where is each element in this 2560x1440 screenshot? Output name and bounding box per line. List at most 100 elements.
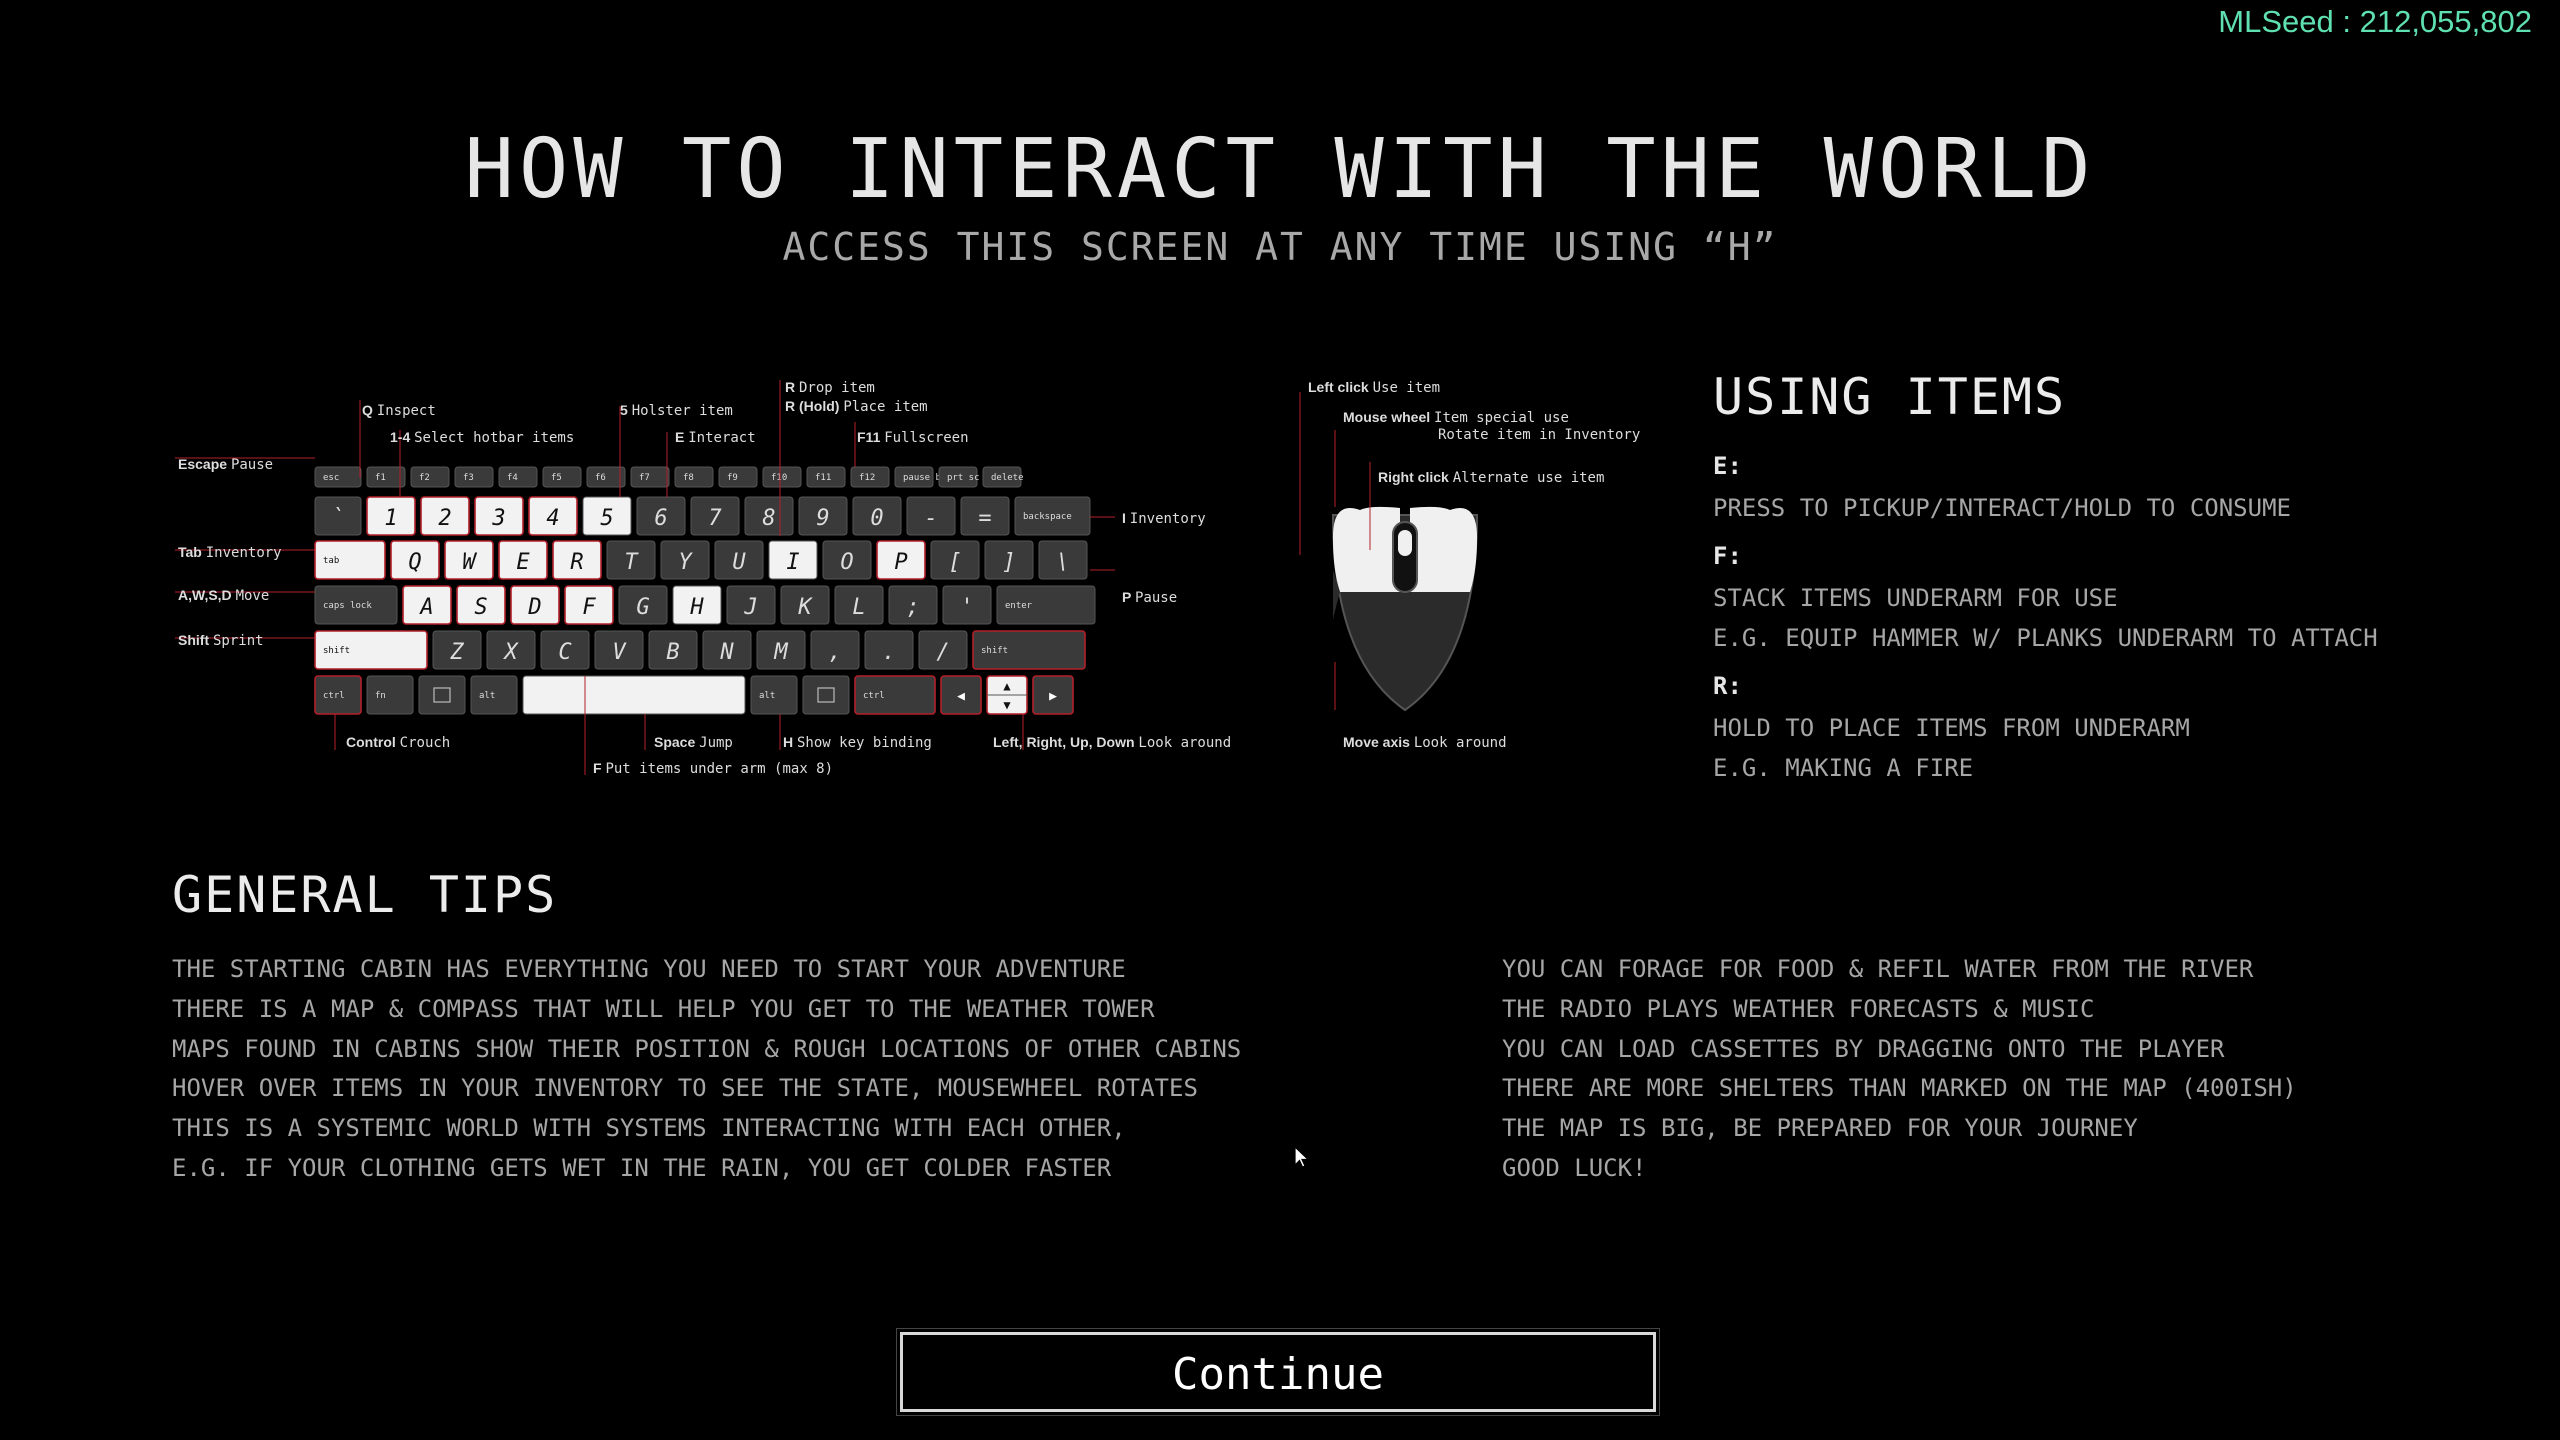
svg-text:▶: ▶ bbox=[1049, 689, 1057, 704]
svg-text:f8: f8 bbox=[683, 473, 694, 483]
svg-text:O: O bbox=[840, 550, 853, 575]
key-6: 6 bbox=[636, 496, 686, 536]
key-f1: f1 bbox=[366, 466, 406, 488]
key-u: U bbox=[714, 540, 764, 580]
key-label-i: I Inventory bbox=[1122, 510, 1206, 527]
svg-text:5: 5 bbox=[600, 506, 613, 531]
key-n: N bbox=[702, 630, 752, 670]
svg-text:▼: ▼ bbox=[1003, 698, 1011, 712]
tip-line: YOU CAN FORAGE FOR FOOD & REFIL WATER FR… bbox=[1502, 955, 2254, 983]
key-sym: / bbox=[918, 630, 968, 670]
using-items-line: HOLD TO PLACE ITEMS FROM UNDERARM bbox=[1713, 714, 2190, 742]
svg-text:B: B bbox=[666, 640, 679, 665]
tip-line: E.G. IF YOUR CLOTHING GETS WET IN THE RA… bbox=[172, 1153, 1112, 1182]
svg-text:backspace: backspace bbox=[1023, 512, 1072, 522]
continue-button[interactable]: Continue bbox=[896, 1328, 1660, 1416]
svg-text:H: H bbox=[689, 595, 704, 620]
tip-line: THERE ARE MORE SHELTERS THAN MARKED ON T… bbox=[1502, 1074, 2297, 1103]
key-4: 4 bbox=[528, 496, 578, 536]
general-tips-title: GENERAL TIPS bbox=[172, 866, 558, 924]
using-items-title: USING ITEMS bbox=[1713, 368, 2067, 426]
seed-readout: MLSeed : 212,055,802 bbox=[2218, 4, 2532, 39]
svg-text:f9: f9 bbox=[727, 473, 738, 483]
svg-text:G: G bbox=[636, 595, 649, 620]
key-sym: = bbox=[960, 496, 1010, 536]
key-left: ◀ bbox=[940, 675, 982, 715]
key-1: 1 bbox=[366, 496, 416, 536]
key-f5: f5 bbox=[542, 466, 582, 488]
key-f8: f8 bbox=[674, 466, 714, 488]
key-c: C bbox=[540, 630, 590, 670]
svg-text:I: I bbox=[786, 550, 799, 575]
svg-text:W: W bbox=[462, 550, 477, 575]
key-right: ▶ bbox=[1032, 675, 1074, 715]
svg-text:-: - bbox=[924, 506, 937, 531]
svg-text:': ' bbox=[960, 595, 973, 620]
using-items-key: F: bbox=[1713, 542, 1742, 570]
using-items-section-e: E: PRESS TO PICKUP/INTERACT/HOLD TO CONS… bbox=[1713, 452, 2513, 528]
svg-text:8: 8 bbox=[762, 506, 775, 531]
svg-text:=: = bbox=[978, 506, 991, 531]
svg-text:R: R bbox=[570, 550, 583, 575]
svg-text:◀: ◀ bbox=[957, 689, 965, 704]
svg-text:V: V bbox=[612, 640, 627, 665]
svg-text:N: N bbox=[719, 640, 734, 665]
key-z: Z bbox=[432, 630, 482, 670]
key-sym: ; bbox=[888, 585, 938, 625]
svg-text:f3: f3 bbox=[463, 473, 474, 483]
key-sym: ` bbox=[314, 496, 362, 536]
key-8: 8 bbox=[744, 496, 794, 536]
key-f: F bbox=[564, 585, 614, 625]
svg-text:Y: Y bbox=[678, 550, 693, 575]
svg-text:ctrl: ctrl bbox=[863, 691, 885, 701]
svg-text:f11: f11 bbox=[815, 473, 831, 483]
key-m: M bbox=[756, 630, 806, 670]
svg-text:P: P bbox=[894, 550, 907, 575]
key-alt: alt bbox=[750, 675, 798, 715]
key-f6: f6 bbox=[586, 466, 626, 488]
key-label-tab: Tab Inventory bbox=[178, 544, 282, 561]
svg-text:,: , bbox=[828, 640, 841, 665]
svg-text:esc: esc bbox=[323, 473, 339, 483]
using-items-key: E: bbox=[1713, 452, 1742, 480]
svg-text:fn: fn bbox=[375, 691, 386, 701]
svg-text:A: A bbox=[418, 595, 433, 620]
key-h: H bbox=[672, 585, 722, 625]
mouse-label-left-click: Left click Use item bbox=[1308, 379, 1440, 396]
key-label-a-w-s-d: A,W,S,D Move bbox=[178, 587, 269, 604]
tip-line: THIS IS A SYSTEMIC WORLD WITH SYSTEMS IN… bbox=[172, 1114, 1126, 1143]
svg-text:3: 3 bbox=[491, 506, 505, 531]
svg-text:U: U bbox=[732, 550, 746, 575]
key-0: 0 bbox=[852, 496, 902, 536]
svg-text:`: ` bbox=[331, 506, 344, 531]
svg-text:1: 1 bbox=[384, 506, 397, 531]
key-fn: fn bbox=[366, 675, 414, 715]
svg-text:f2: f2 bbox=[419, 473, 430, 483]
svg-text:caps lock: caps lock bbox=[323, 601, 372, 611]
key-sym: . bbox=[864, 630, 914, 670]
key-o: O bbox=[822, 540, 872, 580]
key-p: P bbox=[876, 540, 926, 580]
mouse-icon bbox=[1331, 506, 1479, 712]
key-sym: ' bbox=[942, 585, 992, 625]
svg-text:J: J bbox=[743, 595, 757, 620]
key-y: Y bbox=[660, 540, 710, 580]
svg-text:enter: enter bbox=[1005, 601, 1033, 611]
key-f10: f10 bbox=[762, 466, 802, 488]
key-tab: tab bbox=[314, 540, 386, 580]
key-t: T bbox=[606, 540, 656, 580]
key-label-h: H Show key binding bbox=[783, 734, 932, 751]
using-items-section-r: R: HOLD TO PLACE ITEMS FROM UNDERARM E.G… bbox=[1713, 672, 2513, 788]
tip-line: HOVER OVER ITEMS IN YOUR INVENTORY TO SE… bbox=[172, 1074, 1198, 1103]
svg-text:7: 7 bbox=[708, 506, 722, 531]
svg-text:f1: f1 bbox=[375, 473, 386, 483]
key-label-shift: Shift Sprint bbox=[178, 632, 264, 649]
key-caps-lock: caps lock bbox=[314, 585, 398, 625]
mouse-label-secondary: Rotate item in Inventory bbox=[1438, 427, 1640, 443]
key-shift: shift bbox=[972, 630, 1086, 670]
tips-right-column: YOU CAN FORAGE FOR FOOD & REFIL WATER FR… bbox=[1502, 950, 2297, 1189]
svg-text:0: 0 bbox=[870, 506, 883, 531]
key-shift: shift bbox=[314, 630, 428, 670]
key-esc: esc bbox=[314, 466, 362, 488]
key-label-left-right-up-down: Left, Right, Up, Down Look around bbox=[993, 734, 1231, 751]
